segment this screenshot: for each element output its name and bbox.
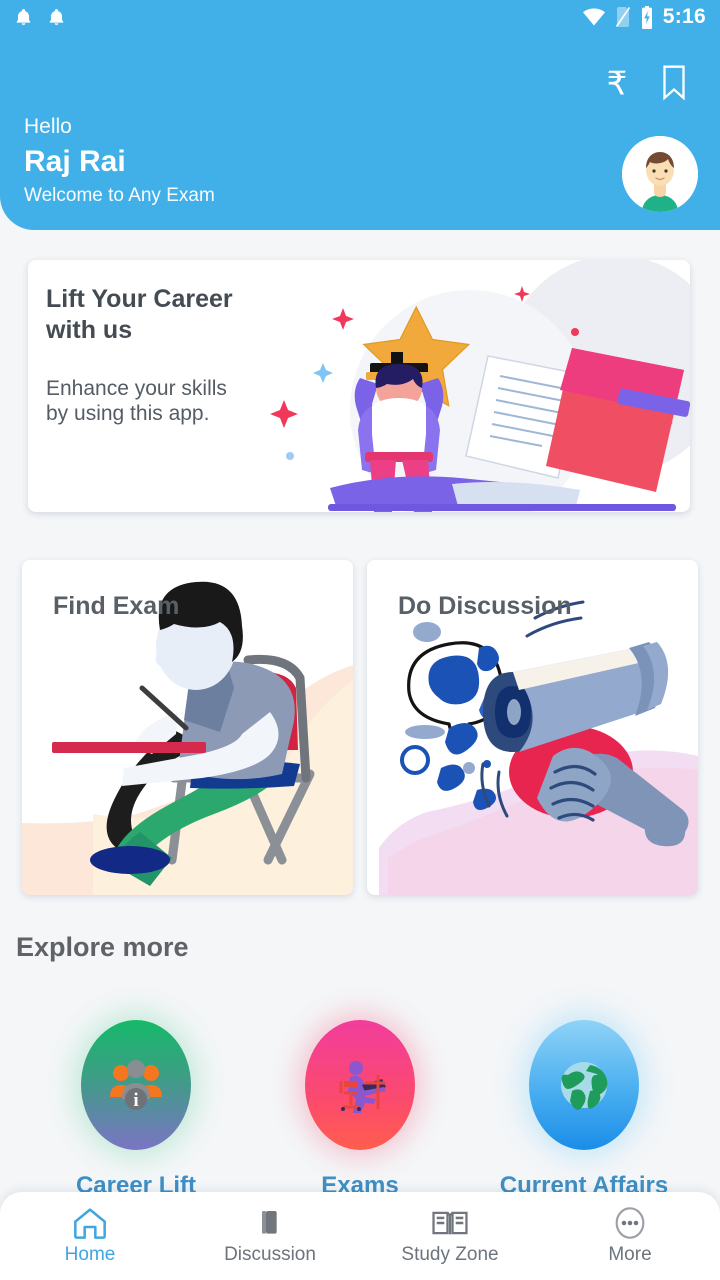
find-exam-card[interactable]: Find Exam [22,560,353,895]
svg-text:i: i [133,1090,138,1111]
career-lift-circle: i [81,1020,191,1150]
feature-card-row: Find Exam Do Discussion [22,560,698,895]
nav-label-study-zone: Study Zone [401,1243,499,1265]
status-bar-clock: 5:16 [662,5,706,28]
nav-label-home: Home [64,1243,116,1265]
people-group-icon: i [110,1060,162,1111]
promo-banner-card[interactable]: Lift Your Career with us Enhance your sk… [28,260,690,512]
open-book-icon [432,1211,468,1234]
home-icon [74,1207,106,1239]
bottom-navigation-bar: Home Discussion Study Zone More [0,1192,720,1280]
user-name: Raj Rai [24,145,126,179]
books-icon [262,1210,277,1234]
header-action-group: ₹ [600,64,688,102]
explore-more-heading: Explore more [16,932,189,962]
bell-icon [16,9,31,25]
promo-banner-illustration [270,260,690,512]
nav-label-discussion: Discussion [224,1243,316,1265]
person-at-desk-icon [339,1061,386,1113]
globe-icon [561,1062,608,1110]
do-discussion-card[interactable]: Do Discussion [367,560,698,895]
nav-item-study-zone[interactable]: Study Zone [360,1207,540,1266]
app-header: ₹ Hello Raj Rai Welcome to Any Exam [0,0,720,230]
welcome-subtitle: Welcome to Any Exam [24,184,215,206]
rupee-icon[interactable]: ₹ [600,64,634,102]
explore-item-exams[interactable]: Exams [270,1020,450,1200]
bookmark-icon[interactable] [660,64,688,102]
promo-banner-text: Lift Your Career with us Enhance your sk… [46,284,246,427]
battery-charging-icon [641,5,652,29]
user-avatar-illustration [622,136,698,212]
current-affairs-circle [529,1020,639,1150]
promo-banner-title: Lift Your Career with us [46,285,233,344]
nav-item-discussion[interactable]: Discussion [180,1207,360,1266]
avatar[interactable] [622,136,698,212]
explore-item-career-lift[interactable]: i Career Lift [46,1020,226,1200]
status-bar-notifications [14,6,66,28]
explore-more-row: i Career Lift Exams Current Affairs [0,1020,720,1200]
do-discussion-title: Do Discussion [398,592,572,620]
status-bar: 5:16 [0,0,720,34]
exams-circle [305,1020,415,1150]
find-exam-title: Find Exam [53,592,180,620]
svg-text:₹: ₹ [607,65,628,101]
more-dots-icon [615,1206,645,1239]
greeting-hello: Hello [24,115,72,138]
explore-item-current-affairs[interactable]: Current Affairs [494,1020,674,1200]
nav-item-home[interactable]: Home [0,1207,180,1266]
no-sim-icon [615,7,630,27]
status-bar-system-icons: 5:16 [582,5,706,29]
bell-icon [49,9,64,25]
wifi-icon [582,8,605,26]
promo-banner-description: Enhance your skills by using this app. [46,377,227,425]
nav-label-more: More [608,1243,652,1265]
nav-item-more[interactable]: More [540,1206,720,1266]
greeting-block: Hello Raj Rai Welcome to Any Exam [24,112,215,209]
